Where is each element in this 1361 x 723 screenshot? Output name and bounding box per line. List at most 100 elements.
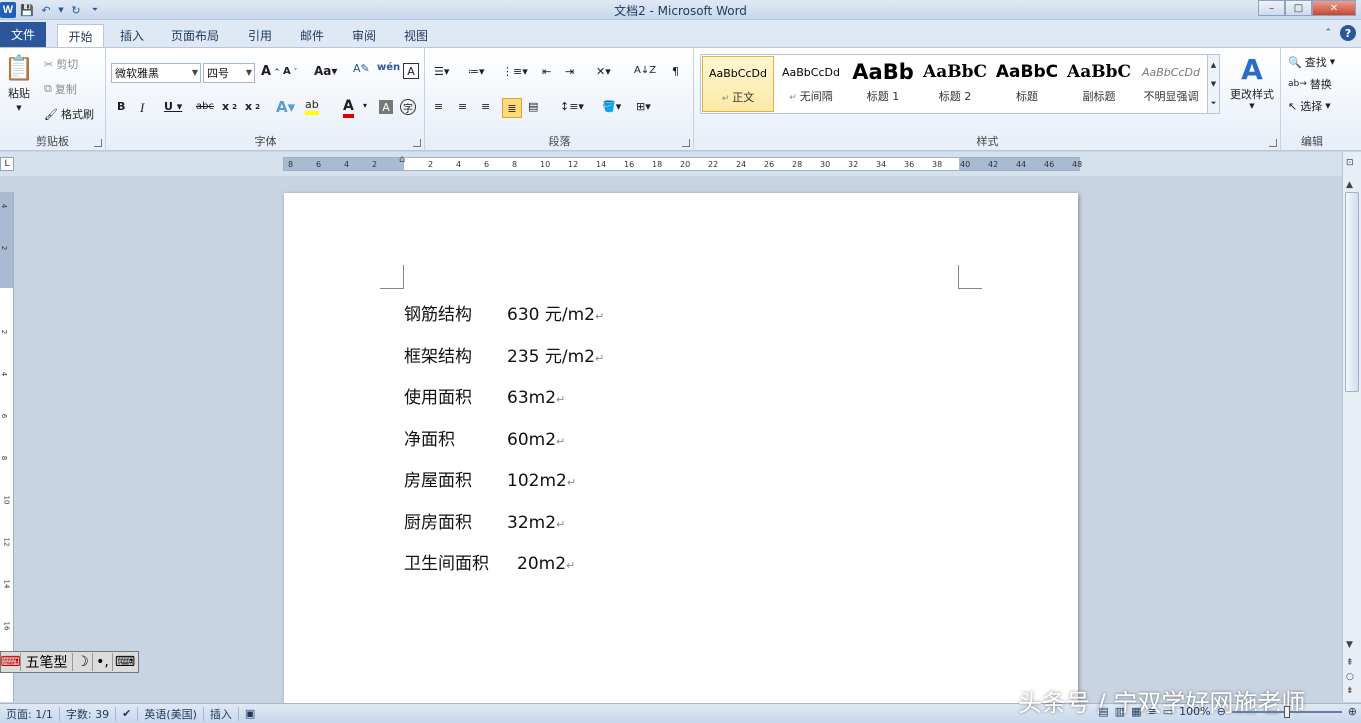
borders-icon[interactable]: ⊞▾ (636, 100, 651, 113)
show-formatting-marks-icon[interactable]: ¶ (672, 65, 679, 78)
scroll-thumb[interactable] (1345, 192, 1359, 392)
paragraph-dialog-launcher[interactable] (682, 139, 690, 147)
vertical-ruler[interactable]: 4 2 2 4 6 8 10 12 14 16 (0, 192, 14, 702)
text-effects-icon[interactable]: A▾ (276, 98, 295, 116)
select-button[interactable]: ↖ 选择 ▼ (1288, 98, 1331, 114)
tab-references[interactable]: 引用 (239, 24, 281, 47)
proofing-icon[interactable]: ✔ (116, 706, 139, 721)
shrink-font-icon[interactable]: Aˇ (283, 66, 297, 77)
punctuation-icon[interactable]: •, (93, 653, 113, 671)
subscript-icon[interactable]: x2 (222, 100, 237, 113)
horizontal-ruler[interactable]: 8 6 4 2 2 4 6 8 10 12 14 16 18 20 22 24 26 28 30 32 34 36 38 40… (283, 154, 1082, 171)
zoom-out-icon[interactable]: ⊖ (1217, 705, 1226, 718)
tab-page-layout[interactable]: 页面布局 (163, 24, 227, 47)
character-border-icon[interactable]: A (403, 63, 419, 79)
scroll-down-icon[interactable]: ▼ (1346, 640, 1353, 650)
word-count[interactable]: 字数: 39 (60, 706, 117, 721)
document-line[interactable]: 厨房面积 32m2↵ (404, 508, 565, 533)
increase-indent-icon[interactable]: ⇥ (565, 65, 574, 78)
sort-icon[interactable]: A↓Z (634, 65, 656, 76)
maximize-button[interactable]: □ (1285, 0, 1312, 16)
font-size-combo[interactable]: 四号 ▼ (203, 63, 255, 83)
change-styles-button[interactable]: A 更改样式 ▼ (1226, 54, 1278, 111)
half-width-icon[interactable]: ☽ (73, 653, 93, 671)
cut-button[interactable]: ✂ 剪切 (44, 56, 78, 72)
justify-icon[interactable]: ≣ (502, 98, 522, 118)
multilevel-list-icon[interactable]: ⋮≡▾ (502, 65, 528, 78)
strikethrough-icon[interactable]: abc (196, 101, 214, 112)
bold-icon[interactable]: B (117, 100, 125, 113)
style-heading-1[interactable]: AaBb 标题 1 (847, 56, 919, 112)
document-line[interactable]: 卫生间面积 20m2↵ (404, 549, 575, 574)
document-line[interactable]: 钢筋结构 630 元/m2↵ (404, 300, 604, 325)
styles-dialog-launcher[interactable] (1269, 139, 1277, 147)
minimize-ribbon-icon[interactable]: ⌃ (1324, 28, 1332, 38)
select-browse-object-icon[interactable]: ○ (1346, 672, 1354, 682)
clipboard-dialog-launcher[interactable] (94, 139, 102, 147)
ruler-toggle-icon[interactable]: ⊡ (1346, 158, 1354, 168)
language-indicator[interactable]: 英语(美国) (138, 706, 204, 721)
style-no-spacing[interactable]: AaBbCcDd ↵ 无间隔 (775, 56, 847, 112)
scroll-up-icon[interactable]: ▲ (1211, 61, 1216, 69)
tab-home[interactable]: 开始 (57, 24, 104, 47)
phonetic-guide-icon[interactable]: wén (377, 62, 400, 73)
find-button[interactable]: 🔍 查找 ▼ (1288, 54, 1335, 70)
document-line[interactable]: 使用面积 63m2↵ (404, 383, 565, 408)
zoom-slider-knob[interactable] (1283, 705, 1290, 718)
font-dialog-launcher[interactable] (413, 139, 421, 147)
ime-mode[interactable]: 五笔型 (21, 653, 73, 671)
copy-button[interactable]: ⧉ 复制 (44, 81, 77, 97)
line-spacing-icon[interactable]: ↕≡▾ (560, 100, 584, 113)
tab-review[interactable]: 审阅 (343, 24, 385, 47)
minimize-button[interactable]: – (1258, 0, 1285, 16)
tab-view[interactable]: 视图 (395, 24, 437, 47)
ime-logo-icon[interactable]: ⌨ (0, 653, 21, 671)
grow-font-icon[interactable]: A ^ (261, 64, 280, 79)
document-page[interactable]: 钢筋结构 630 元/m2↵ 框架结构 235 元/m2↵ 使用面积 63m2↵ 净面积 60… (284, 193, 1078, 703)
scroll-up-icon[interactable]: ▲ (1346, 180, 1353, 190)
numbering-icon[interactable]: ≔▾ (468, 65, 485, 78)
superscript-icon[interactable]: x2 (245, 100, 260, 113)
macro-record-icon[interactable]: ▣ (239, 707, 261, 721)
distributed-icon[interactable]: ▤ (528, 100, 538, 113)
style-subtle-emphasis[interactable]: AaBbCcDd 不明显强调 (1135, 56, 1207, 112)
previous-page-icon[interactable]: ⇞ (1346, 658, 1354, 668)
clear-formatting-icon[interactable]: A✎ (353, 62, 370, 75)
more-styles-icon[interactable]: ⏷ (1211, 99, 1217, 108)
tab-mailings[interactable]: 邮件 (291, 24, 333, 47)
style-subtitle[interactable]: AaBbC 副标题 (1063, 56, 1135, 112)
font-color-dropdown-icon[interactable]: ▾ (363, 101, 367, 110)
document-line[interactable]: 框架结构 235 元/m2↵ (404, 342, 604, 367)
help-icon[interactable]: ? (1340, 25, 1356, 41)
character-shading-icon[interactable]: A (379, 100, 393, 114)
next-page-icon[interactable]: ⇟ (1346, 686, 1354, 696)
change-case-icon[interactable]: Aa▾ (314, 64, 337, 78)
style-normal[interactable]: AaBbCcDd ↵ 正文 (702, 56, 774, 112)
paste-button[interactable]: 📋 粘贴 ▼ (4, 54, 34, 112)
tab-selector-icon[interactable]: L (0, 157, 14, 171)
draft-icon[interactable]: ▭ (1163, 705, 1173, 718)
decrease-indent-icon[interactable]: ⇤ (542, 65, 551, 78)
full-screen-reading-icon[interactable]: ▥ (1115, 705, 1125, 718)
indent-marker-icon[interactable]: ⌂ (399, 154, 405, 165)
tab-file[interactable]: 文件 (0, 22, 46, 47)
replace-button[interactable]: ab→ 替换 (1288, 76, 1332, 92)
soft-keyboard-icon[interactable]: ⌨ (113, 653, 137, 671)
chinese-layout-icon[interactable]: ✕▾ (596, 65, 611, 78)
page-count[interactable]: 页面: 1/1 (0, 706, 60, 721)
font-color-icon[interactable]: A (343, 98, 354, 118)
underline-icon[interactable]: U ▾ (164, 100, 182, 113)
italic-icon[interactable]: I (140, 100, 144, 116)
styles-scroll[interactable]: ▲ ▼ ⏷ (1207, 55, 1219, 113)
zoom-slider[interactable] (1231, 705, 1342, 718)
align-center-icon[interactable]: ≡ (458, 100, 467, 113)
vertical-scrollbar[interactable]: ⊡ ▲ ▼ ⇞ ○ ⇟ (1342, 152, 1361, 702)
font-name-combo[interactable]: 微软雅黑 ▼ (111, 63, 201, 83)
document-line[interactable]: 房屋面积 102m2↵ (404, 466, 576, 491)
document-line[interactable]: 净面积 60m2↵ (404, 425, 565, 450)
format-painter-button[interactable]: 🖌 格式刷 (44, 106, 94, 122)
bullets-icon[interactable]: ☰▾ (434, 65, 449, 78)
align-right-icon[interactable]: ≡ (481, 100, 490, 113)
web-layout-icon[interactable]: ▦ (1131, 705, 1141, 718)
tab-insert[interactable]: 插入 (110, 24, 154, 47)
